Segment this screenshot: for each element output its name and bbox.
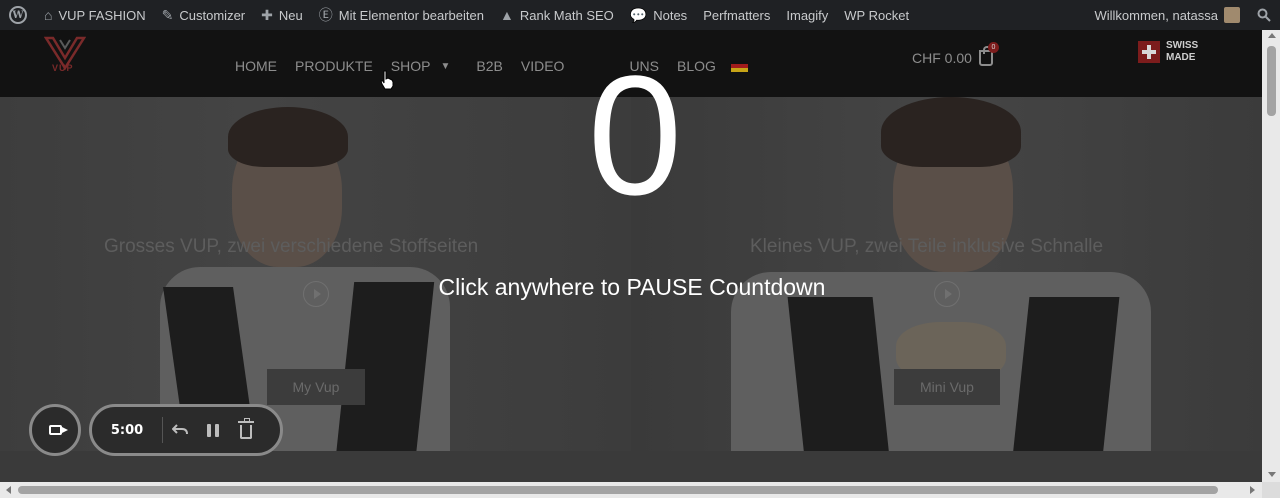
- elementor-icon: Ⓔ: [318, 7, 333, 23]
- admin-bar-greeting: Willkommen, natassa: [1094, 7, 1218, 23]
- admin-bar-label: Perfmatters: [703, 7, 771, 23]
- admin-bar-site-name[interactable]: ⌂ VUP FASHION: [36, 0, 154, 30]
- admin-bar-label: Mit Elementor bearbeiten: [338, 7, 484, 23]
- scroll-left-arrow-icon[interactable]: [6, 486, 11, 494]
- horizontal-scroll-thumb[interactable]: [18, 486, 1218, 494]
- admin-bar-label: VUP FASHION: [58, 7, 146, 23]
- hand-cursor-icon: [380, 70, 394, 90]
- vertical-scroll-thumb[interactable]: [1267, 46, 1276, 116]
- home-icon: ⌂: [44, 7, 53, 23]
- scroll-right-arrow-icon[interactable]: [1250, 486, 1255, 494]
- recording-timer: 5:00: [110, 422, 144, 438]
- my-vup-button[interactable]: My Vup: [267, 369, 365, 405]
- plus-icon: ✚: [261, 6, 273, 23]
- admin-bar-imagify[interactable]: Imagify: [778, 0, 836, 30]
- wordpress-logo-icon: W: [9, 6, 27, 24]
- avatar: [1224, 7, 1240, 23]
- speech-bubble-icon: 💬: [629, 6, 648, 23]
- browser-viewport: W ⌂ VUP FASHION ✎ Customizer ✚ Neu Ⓔ Mit…: [0, 0, 1280, 498]
- search-icon: [1257, 8, 1271, 22]
- undo-icon: [171, 424, 188, 435]
- mini-vup-button[interactable]: Mini Vup: [894, 369, 1000, 405]
- admin-bar-label: Neu: [278, 7, 303, 23]
- admin-bar-elementor[interactable]: Ⓔ Mit Elementor bearbeiten: [311, 0, 492, 30]
- admin-bar-label: WP Rocket: [844, 7, 910, 23]
- admin-bar-label: Imagify: [786, 7, 829, 23]
- scrollbar-corner: [1262, 482, 1280, 498]
- admin-bar-notes[interactable]: 💬 Notes: [622, 0, 695, 30]
- admin-bar-rank-math[interactable]: ▲ Rank Math SEO: [492, 0, 622, 30]
- brush-icon: ✎: [161, 6, 174, 23]
- scroll-down-arrow-icon[interactable]: [1268, 472, 1276, 477]
- video-camera-icon: [48, 425, 68, 435]
- admin-bar-account[interactable]: Willkommen, natassa: [1086, 0, 1248, 30]
- pause-button[interactable]: [196, 407, 229, 453]
- hero-title-left: Grosses VUP, zwei verschiedene Stoffseit…: [104, 236, 479, 257]
- countdown-number[interactable]: 0: [0, 46, 1270, 226]
- pause-icon: [206, 423, 219, 437]
- admin-bar-label: Notes: [653, 7, 688, 23]
- wordpress-menu[interactable]: W: [0, 0, 36, 30]
- admin-bar-wp-rocket[interactable]: WP Rocket: [836, 0, 917, 30]
- wp-admin-bar: W ⌂ VUP FASHION ✎ Customizer ✚ Neu Ⓔ Mit…: [0, 0, 1280, 30]
- chart-icon: ▲: [499, 7, 514, 23]
- admin-bar-secondary: Willkommen, natassa: [1086, 0, 1280, 30]
- hero-title-right: Kleines VUP, zwei Teile inklusive Schnal…: [750, 236, 1104, 257]
- vertical-scrollbar[interactable]: [1262, 30, 1280, 482]
- scroll-up-arrow-icon[interactable]: [1268, 33, 1276, 38]
- admin-bar-new[interactable]: ✚ Neu: [253, 0, 311, 30]
- delete-button[interactable]: [229, 407, 262, 453]
- admin-bar-search[interactable]: [1248, 0, 1280, 30]
- admin-bar-label: Rank Math SEO: [519, 7, 614, 23]
- trash-icon: [237, 417, 254, 439]
- recorder-toolbar: 5:00: [89, 404, 283, 456]
- admin-bar-perfmatters[interactable]: Perfmatters: [695, 0, 778, 30]
- admin-bar-customizer[interactable]: ✎ Customizer: [154, 0, 253, 30]
- countdown-message[interactable]: Click anywhere to PAUSE Countdown: [0, 274, 1264, 301]
- horizontal-scrollbar[interactable]: [0, 482, 1280, 498]
- camera-toggle-button[interactable]: [29, 404, 81, 456]
- admin-bar-label: Customizer: [179, 7, 246, 23]
- restart-button[interactable]: [163, 407, 196, 453]
